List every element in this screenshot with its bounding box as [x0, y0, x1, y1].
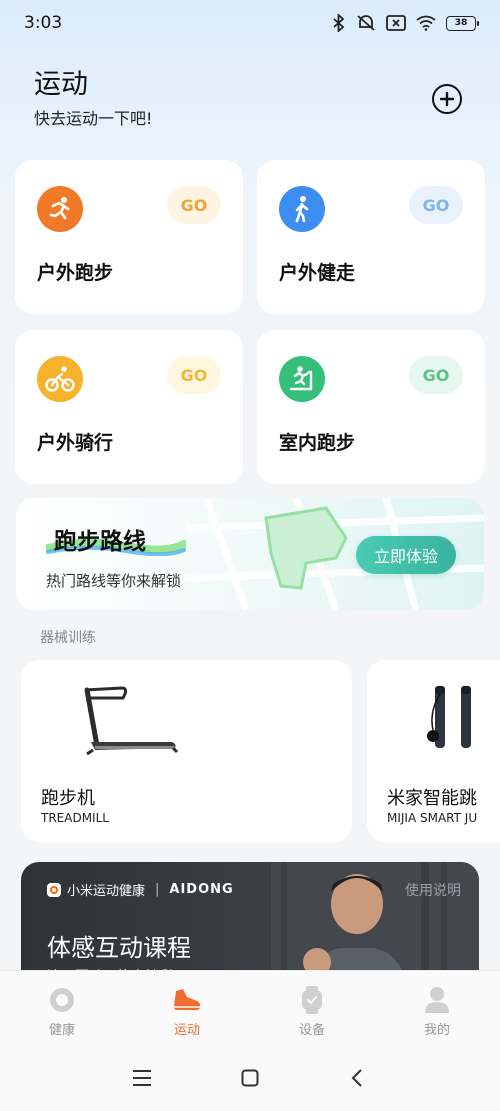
equipment-card-jump-rope[interactable]: 米家智能跳 MIJIA SMART JU [367, 660, 500, 842]
go-button[interactable]: GO [409, 356, 463, 394]
equipment-section-title: 器械训练 [40, 630, 96, 646]
go-button[interactable]: GO [409, 186, 463, 224]
promo-partner: AIDONG [169, 882, 234, 897]
health-icon [50, 988, 74, 1012]
route-title: 跑步路线 [54, 529, 146, 555]
sport-card-indoor-run[interactable]: GO 室内跑步 [257, 330, 485, 484]
page-subtitle: 快去运动一下吧! [34, 109, 153, 128]
treadmill-image [84, 686, 179, 756]
plus-icon [440, 92, 454, 106]
walking-icon [279, 186, 325, 232]
try-now-button[interactable]: 立即体验 [356, 536, 456, 574]
shoe-icon [174, 989, 201, 1010]
mi-logo-icon [47, 882, 61, 897]
status-time: 3:03 [24, 13, 63, 33]
jump-rope-image [427, 686, 471, 748]
treadmill-icon [279, 356, 325, 402]
nav-label: 设备 [298, 1023, 325, 1038]
bottom-nav: 健康 运动 设备 我的 [0, 970, 500, 1111]
sport-card-outdoor-cycle[interactable]: GO 户外骑行 [15, 330, 243, 484]
back-icon[interactable] [350, 1069, 364, 1087]
nav-label: 运动 [173, 1023, 200, 1038]
promo-help-link[interactable]: 使用说明 [405, 880, 461, 900]
route-subtitle: 热门路线等你来解锁 [46, 572, 182, 590]
equipment-subtitle: MIJIA SMART JU [387, 811, 478, 825]
battery-icon: 38 [446, 15, 479, 31]
running-route-banner[interactable]: 跑步路线 热门路线等你来解锁 立即体验 [16, 498, 484, 610]
nav-item-health[interactable]: 健康 [22, 985, 102, 1038]
sport-card-outdoor-walk[interactable]: GO 户外健走 [257, 160, 485, 314]
promo-brand: 小米运动健康 | AIDONG [47, 880, 234, 899]
promo-title: 体感互动课程 [47, 934, 191, 962]
brand-separator: | [155, 882, 160, 897]
wifi-icon [416, 15, 436, 31]
nav-item-sport[interactable]: 运动 [147, 985, 227, 1038]
nav-label: 我的 [423, 1023, 450, 1038]
sport-label: 室内跑步 [279, 432, 356, 454]
add-button[interactable] [432, 84, 462, 114]
page-title: 运动 [34, 69, 88, 100]
page-header: 运动 快去运动一下吧! [34, 62, 152, 129]
battery-level: 38 [454, 18, 468, 28]
equipment-name: 跑步机 [41, 788, 95, 809]
nav-item-device[interactable]: 设备 [272, 985, 352, 1038]
bluetooth-icon [333, 14, 345, 32]
profile-icon [425, 987, 449, 1013]
sport-label: 户外跑步 [37, 262, 114, 284]
sport-label: 户外健走 [279, 262, 356, 284]
nav-item-profile[interactable]: 我的 [397, 985, 477, 1038]
mute-icon [357, 15, 375, 31]
menu-icon[interactable] [132, 1069, 152, 1087]
cycling-icon [37, 356, 83, 402]
go-button[interactable]: GO [167, 356, 221, 394]
sport-label: 户外骑行 [37, 432, 114, 454]
sport-card-outdoor-run[interactable]: GO 户外跑步 [15, 160, 243, 314]
running-icon [37, 186, 83, 232]
status-bar: 3:03 38 [0, 0, 500, 46]
status-icons: 38 [332, 14, 479, 32]
equipment-subtitle: TREADMILL [41, 811, 109, 825]
sim-off-icon [386, 15, 406, 31]
nav-label: 健康 [48, 1023, 75, 1038]
watch-icon [302, 986, 322, 1014]
go-button[interactable]: GO [167, 186, 221, 224]
home-icon[interactable] [241, 1069, 259, 1087]
promo-brand-name: 小米运动健康 [67, 884, 146, 899]
equipment-card-treadmill[interactable]: 跑步机 TREADMILL [21, 660, 352, 842]
equipment-name: 米家智能跳 [387, 788, 477, 809]
